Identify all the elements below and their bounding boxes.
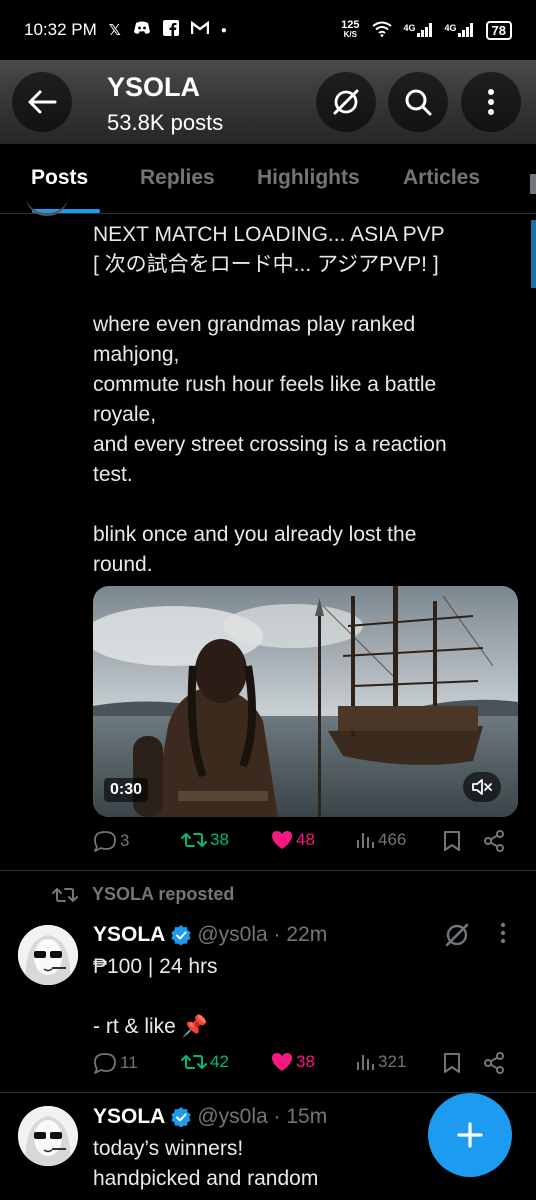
tab-replies[interactable]: Replies (140, 166, 215, 190)
author-name[interactable]: YSOLA (93, 1105, 165, 1129)
more-options-button[interactable] (461, 72, 521, 132)
analytics-icon (357, 833, 374, 848)
like-count: 38 (296, 1052, 315, 1071)
bookmark-icon (444, 831, 460, 851)
signal-icon-2: 4G (445, 23, 474, 37)
compose-button[interactable] (428, 1093, 512, 1177)
views-button[interactable]: 466 (355, 830, 406, 850)
post-header: YSOLA @ys0la · 15m (93, 1105, 327, 1129)
bookmark-button[interactable] (443, 830, 461, 852)
verified-badge-icon (171, 925, 191, 945)
clock: 10:32 PM (24, 20, 97, 39)
wifi-icon (371, 21, 392, 40)
signal-icon-1: 4G (404, 23, 433, 37)
repost-label: YSOLA reposted (92, 884, 235, 904)
reply-button[interactable]: 11 (93, 1052, 138, 1074)
reply-button[interactable]: 3 (93, 830, 129, 852)
heart-filled-icon (272, 1053, 292, 1071)
x-icon: 𝕏 (108, 22, 121, 39)
profile-header: YSOLA 53.8K posts (0, 60, 536, 144)
speaker-muted-icon (472, 779, 492, 795)
tab-highlights[interactable]: Highlights (257, 166, 360, 190)
battery-indicator: 78 (485, 20, 512, 40)
view-count: 466 (378, 830, 407, 849)
post-count: 53.8K posts (107, 110, 224, 135)
share-button[interactable] (483, 1052, 505, 1074)
reply-count: 3 (120, 831, 130, 850)
grok-icon (333, 89, 359, 115)
reply-icon (94, 1053, 116, 1074)
divider (0, 1092, 536, 1093)
plus-icon (457, 1122, 483, 1148)
repost-count: 38 (210, 830, 229, 849)
search-button[interactable] (388, 72, 448, 132)
share-icon (484, 1052, 504, 1074)
post-actions: 3 38 48 466 (93, 830, 513, 860)
tab-overflow[interactable] (530, 174, 536, 194)
author-handle[interactable]: @ys0la · 15m (197, 1105, 327, 1129)
like-button[interactable]: 38 (271, 1052, 315, 1072)
profile-name: YSOLA (107, 72, 201, 102)
grok-button[interactable] (316, 72, 376, 132)
reply-count: 11 (120, 1053, 138, 1072)
dot-icon: ● (220, 24, 227, 36)
more-vertical-icon (488, 89, 494, 115)
views-button[interactable]: 321 (355, 1052, 406, 1072)
facebook-icon (162, 20, 179, 40)
avatar[interactable] (18, 1106, 78, 1166)
video-thumbnail[interactable] (93, 586, 518, 817)
video-duration: 0:30 (104, 778, 149, 802)
analytics-icon (357, 1055, 374, 1070)
post-actions: 11 42 38 321 (93, 1052, 513, 1082)
author-handle[interactable]: @ys0la · 22m (197, 923, 327, 947)
gmail-icon (190, 20, 210, 39)
repost-button[interactable]: 38 (181, 830, 229, 850)
post-header: YSOLA @ys0la · 22m (93, 923, 327, 947)
repost-icon (181, 1055, 207, 1069)
repost-button[interactable]: 42 (181, 1052, 229, 1072)
verified-badge-icon (171, 1107, 191, 1127)
tab-articles[interactable]: Articles (403, 166, 480, 190)
bookmark-button[interactable] (443, 1052, 461, 1074)
tab-posts[interactable]: Posts (31, 166, 88, 190)
repost-indicator: YSOLA reposted (52, 884, 234, 905)
search-icon (405, 89, 432, 116)
author-name[interactable]: YSOLA (93, 923, 165, 947)
network-speed: 125 K/S (341, 19, 360, 40)
avatar[interactable] (18, 925, 78, 985)
reply-icon (94, 831, 116, 852)
grok-icon (445, 923, 469, 947)
like-count: 48 (296, 830, 315, 849)
post-text: ₱100 | 24 hrs - rt & like 📌 (93, 955, 218, 1038)
status-bar: 10:32 PM 𝕏 ● 125 K/S 4G 4G 78 (0, 0, 536, 60)
divider (0, 870, 536, 871)
repost-icon (52, 887, 78, 902)
post-more-button[interactable] (500, 922, 506, 950)
post-text: NEXT MATCH LOADING... ASIA PVP [ 次の試合をロー… (93, 223, 447, 576)
back-button[interactable] (12, 72, 72, 132)
repost-count: 42 (210, 1052, 229, 1071)
heart-filled-icon (272, 831, 292, 849)
arrow-left-icon (28, 90, 57, 114)
profile-tabs: Posts Replies Highlights Articles (0, 144, 536, 214)
view-count: 321 (378, 1052, 407, 1071)
like-button[interactable]: 48 (271, 830, 315, 850)
post-text: today’s winners! handpicked and random (93, 1137, 319, 1190)
grok-button[interactable] (444, 922, 470, 953)
discord-icon (133, 21, 151, 39)
repost-icon (181, 833, 207, 847)
scroll-indicator (531, 220, 536, 288)
more-vertical-icon (500, 922, 506, 944)
bookmark-icon (444, 1053, 460, 1073)
mute-button[interactable] (463, 772, 501, 802)
share-button[interactable] (483, 830, 505, 852)
share-icon (484, 830, 504, 852)
